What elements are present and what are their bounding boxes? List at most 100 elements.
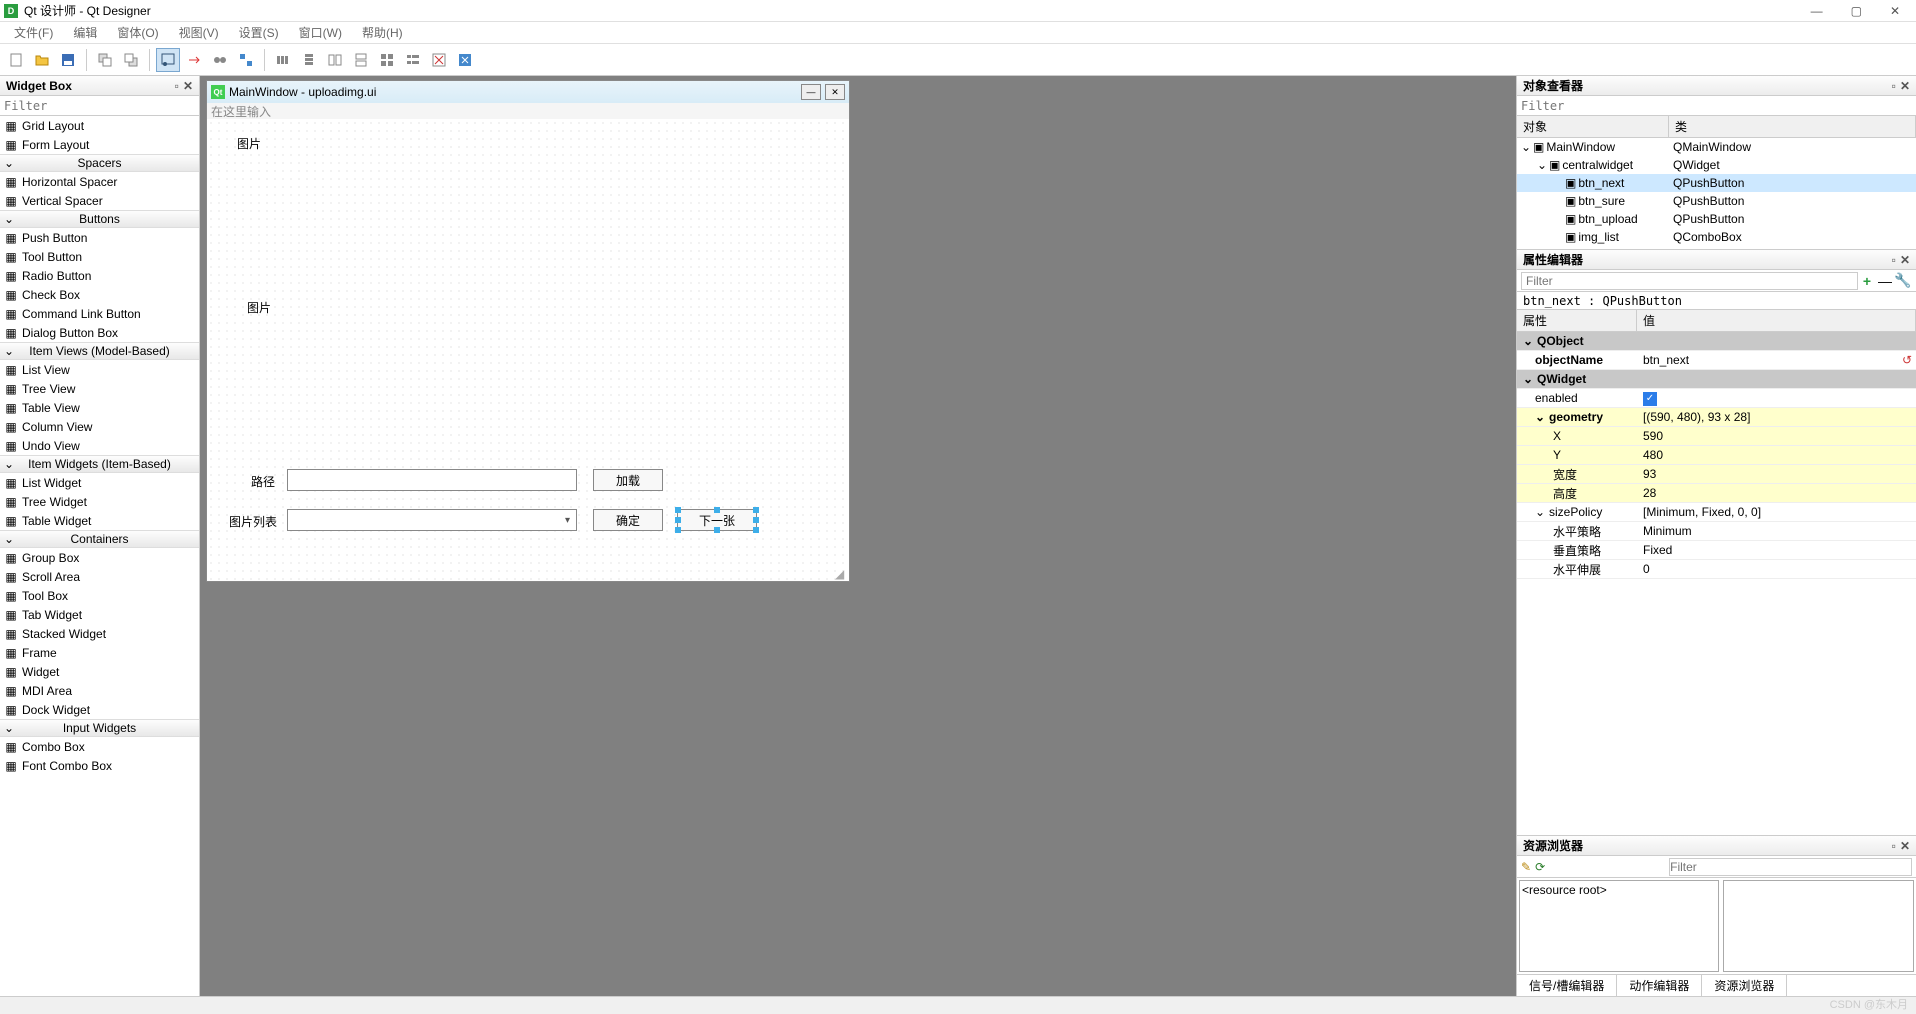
property-row[interactable]: 宽度93: [1517, 465, 1916, 484]
widget-item[interactable]: ▦MDI Area: [0, 681, 199, 700]
widget-category[interactable]: ⌄Item Widgets (Item-Based): [0, 455, 199, 473]
widget-item[interactable]: ▦Tree View: [0, 379, 199, 398]
object-tree-row[interactable]: ⌄▣MainWindowQMainWindow: [1517, 138, 1916, 156]
reload-icon[interactable]: ⟳: [1535, 860, 1545, 874]
widget-box-filter[interactable]: [0, 96, 199, 115]
btn-load[interactable]: 加载: [593, 469, 663, 491]
widget-item[interactable]: ▦Tool Box: [0, 586, 199, 605]
widget-item[interactable]: ▦Group Box: [0, 548, 199, 567]
widget-item[interactable]: ▦Frame: [0, 643, 199, 662]
widget-item[interactable]: ▦List Widget: [0, 473, 199, 492]
widget-category[interactable]: ⌄Buttons: [0, 210, 199, 228]
edit-resources-icon[interactable]: ✎: [1521, 860, 1531, 874]
form-menubar-placeholder[interactable]: 在这里输入: [207, 103, 849, 119]
lineedit-path[interactable]: [287, 469, 577, 491]
dock-close-icon[interactable]: ✕: [183, 79, 193, 93]
widget-item[interactable]: ▦Font Combo Box: [0, 756, 199, 775]
property-row[interactable]: Y480: [1517, 446, 1916, 465]
edit-widgets-icon[interactable]: [156, 48, 180, 72]
close-icon[interactable]: ✕: [1890, 4, 1900, 18]
maximize-icon[interactable]: ▢: [1851, 4, 1862, 18]
object-tree-row[interactable]: ▣btn_uploadQPushButton: [1517, 210, 1916, 228]
menu-item[interactable]: 视图(V): [169, 24, 229, 41]
menu-item[interactable]: 帮助(H): [352, 24, 413, 41]
resource-filter[interactable]: [1669, 858, 1912, 876]
property-group[interactable]: ⌄QObject: [1517, 332, 1916, 351]
property-group[interactable]: ⌄QWidget: [1517, 370, 1916, 389]
add-property-icon[interactable]: +: [1858, 273, 1876, 289]
bottom-tab[interactable]: 动作编辑器: [1617, 975, 1702, 996]
resource-tree[interactable]: <resource root>: [1519, 880, 1719, 972]
property-row[interactable]: objectNamebtn_next↺: [1517, 351, 1916, 370]
widget-item[interactable]: ▦Command Link Button: [0, 304, 199, 323]
open-file-icon[interactable]: [30, 48, 54, 72]
layout-horizontal-icon[interactable]: [271, 48, 295, 72]
dock-float-icon[interactable]: ▫: [1892, 79, 1896, 93]
send-back-icon[interactable]: [93, 48, 117, 72]
bring-front-icon[interactable]: [119, 48, 143, 72]
save-file-icon[interactable]: [56, 48, 80, 72]
dock-close-icon[interactable]: ✕: [1900, 253, 1910, 267]
subwin-minimize-icon[interactable]: —: [801, 84, 821, 100]
dock-float-icon[interactable]: ▫: [1892, 253, 1896, 267]
layout-vertical-icon[interactable]: [297, 48, 321, 72]
widget-item[interactable]: ▦Dock Widget: [0, 700, 199, 719]
property-editor-filter[interactable]: [1521, 272, 1858, 290]
widget-item[interactable]: ▦Scroll Area: [0, 567, 199, 586]
object-inspector-filter[interactable]: [1517, 96, 1916, 115]
subwin-close-icon[interactable]: ✕: [825, 84, 845, 100]
property-editor-tree[interactable]: ⌄QObjectobjectNamebtn_next↺⌄QWidgetenabl…: [1517, 332, 1916, 835]
config-icon[interactable]: 🔧: [1894, 272, 1912, 289]
widget-box-list[interactable]: ▦Grid Layout▦Form Layout⌄Spacers▦Horizon…: [0, 116, 199, 996]
widget-item[interactable]: ▦Table View: [0, 398, 199, 417]
object-tree-row[interactable]: ▣btn_sureQPushButton: [1517, 192, 1916, 210]
widget-item[interactable]: ▦Push Button: [0, 228, 199, 247]
edit-buddies-icon[interactable]: [208, 48, 232, 72]
widget-item[interactable]: ▦Combo Box: [0, 737, 199, 756]
menu-item[interactable]: 设置(S): [229, 24, 289, 41]
remove-property-icon[interactable]: —: [1876, 273, 1894, 289]
widget-item[interactable]: ▦Horizontal Spacer: [0, 172, 199, 191]
dock-close-icon[interactable]: ✕: [1900, 79, 1910, 93]
dock-float-icon[interactable]: ▫: [1892, 839, 1896, 853]
widget-item[interactable]: ▦List View: [0, 360, 199, 379]
widget-item[interactable]: ▦Dialog Button Box: [0, 323, 199, 342]
widget-item[interactable]: ▦Radio Button: [0, 266, 199, 285]
widget-item[interactable]: ▦Tree Widget: [0, 492, 199, 511]
subwindow-titlebar[interactable]: Qt MainWindow - uploadimg.ui — ✕: [207, 81, 849, 103]
property-row[interactable]: ⌄geometry[(590, 480), 93 x 28]: [1517, 408, 1916, 427]
object-inspector-tree[interactable]: ⌄▣MainWindowQMainWindow⌄▣centralwidgetQW…: [1517, 138, 1916, 249]
property-row[interactable]: 垂直策略Fixed: [1517, 541, 1916, 560]
label-imagelist[interactable]: 图片列表: [229, 513, 277, 530]
widget-item[interactable]: ▦Table Widget: [0, 511, 199, 530]
widget-item[interactable]: ▦Check Box: [0, 285, 199, 304]
resize-grip-icon[interactable]: ◢: [835, 567, 847, 579]
btn-next[interactable]: 下一张: [677, 509, 757, 531]
object-tree-row[interactable]: ▣btn_nextQPushButton: [1517, 174, 1916, 192]
minimize-icon[interactable]: —: [1811, 4, 1823, 18]
property-row[interactable]: 水平伸展0: [1517, 560, 1916, 579]
combo-imagelist[interactable]: [287, 509, 577, 531]
menu-item[interactable]: 窗口(W): [289, 24, 352, 41]
property-row[interactable]: ⌄sizePolicy[Minimum, Fixed, 0, 0]: [1517, 503, 1916, 522]
object-tree-row[interactable]: ▣img_listQComboBox: [1517, 228, 1916, 246]
widget-category[interactable]: ⌄Containers: [0, 530, 199, 548]
menu-item[interactable]: 文件(F): [4, 24, 63, 41]
property-row[interactable]: enabled✓: [1517, 389, 1916, 408]
property-row[interactable]: 高度28: [1517, 484, 1916, 503]
adjust-size-icon[interactable]: [453, 48, 477, 72]
break-layout-icon[interactable]: [427, 48, 451, 72]
layout-form-icon[interactable]: [401, 48, 425, 72]
form-canvas[interactable]: 图片 图片 路径 加载 图片列表 确定 下一张 ◢: [207, 119, 849, 581]
bottom-tab[interactable]: 资源浏览器: [1702, 975, 1787, 996]
widget-item[interactable]: ▦Grid Layout: [0, 116, 199, 135]
property-row[interactable]: 水平策略Minimum: [1517, 522, 1916, 541]
widget-item[interactable]: ▦Tab Widget: [0, 605, 199, 624]
edit-signals-icon[interactable]: [182, 48, 206, 72]
layout-vsplit-icon[interactable]: [349, 48, 373, 72]
widget-item[interactable]: ▦Stacked Widget: [0, 624, 199, 643]
resource-view[interactable]: [1723, 880, 1914, 972]
widget-item[interactable]: ▦Tool Button: [0, 247, 199, 266]
menu-item[interactable]: 编辑: [63, 24, 107, 41]
widget-item[interactable]: ▦Widget: [0, 662, 199, 681]
